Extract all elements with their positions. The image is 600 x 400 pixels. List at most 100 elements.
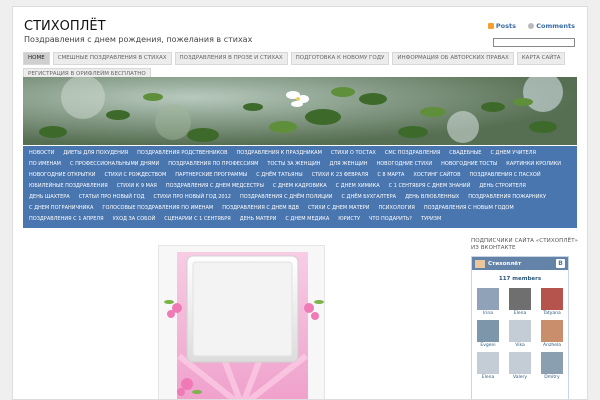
avatar[interactable] [541, 352, 563, 374]
category-nav-item[interactable]: Стихи о тостах [328, 148, 379, 159]
top-nav-item[interactable]: Карта сайта [516, 52, 566, 65]
category-nav-item[interactable]: День шахтера [26, 192, 73, 203]
category-nav-item[interactable]: Поздравления с днем ВДВ [219, 203, 302, 214]
top-nav-item[interactable]: Смешные поздравления в стихах [52, 52, 172, 65]
placeholder-avatar-icon[interactable] [477, 352, 499, 374]
category-nav-item[interactable]: С днем химика [333, 181, 383, 192]
vk-member-name[interactable]: Valery [504, 375, 536, 381]
comments-icon [528, 23, 535, 29]
vk-member[interactable]: Dmitry [536, 352, 568, 381]
category-nav-item[interactable]: Стихи про Новый год 2012 [151, 192, 234, 203]
category-nav-item[interactable]: Поздравления с днём полиции [237, 192, 336, 203]
group-thumbnail [475, 259, 485, 268]
category-nav-item[interactable]: Поздравления с днем медсестры [163, 181, 267, 192]
category-nav-item[interactable]: Тосты за женщин [264, 159, 323, 170]
vk-widget-header[interactable]: Стихоплёт B [472, 257, 568, 270]
category-nav-item[interactable]: Партнерские программы [172, 170, 250, 181]
avatar[interactable] [541, 288, 563, 310]
category-nav-item[interactable]: Юристу [335, 214, 363, 225]
category-nav-item[interactable]: Новогодние стихи [373, 159, 435, 170]
avatar[interactable] [477, 288, 499, 310]
placeholder-avatar-icon[interactable] [509, 352, 531, 374]
category-nav: Новости Диеты для похудения Поздравления… [23, 146, 577, 228]
top-nav-item[interactable]: Подготовка к новому году [290, 52, 390, 65]
category-nav-item[interactable]: Стихи с днем матери [305, 203, 373, 214]
avatar[interactable] [541, 320, 563, 342]
category-nav-item[interactable]: С профессиональными днями [67, 159, 162, 170]
category-nav-item[interactable]: С днем кадровика [270, 181, 330, 192]
page: СТИХОПЛЁТ Поздравления с днем рождения, … [12, 6, 588, 400]
vk-members-count[interactable]: 117 members [472, 276, 568, 282]
top-nav-item[interactable]: Поздравления в прозе и стихах [174, 52, 288, 65]
category-nav-item[interactable]: Стихи к 9 мая [114, 181, 160, 192]
category-nav-item[interactable]: По именам [26, 159, 64, 170]
category-nav-item[interactable]: Стихи с Рождеством [102, 170, 170, 181]
category-nav-item[interactable]: С днем пограничника [26, 203, 96, 214]
category-nav-item[interactable]: Поздравления с 1 апреля [26, 214, 107, 225]
category-nav-item[interactable]: Что подарить? [366, 214, 415, 225]
top-nav-item[interactable]: Информация об авторских правах [392, 52, 514, 65]
vk-member[interactable]: Evgeni [472, 320, 504, 349]
avatar[interactable] [477, 320, 499, 342]
category-nav-item[interactable]: Новогодние открытки [26, 170, 99, 181]
vk-widget: Стихоплёт B 117 members Irina Elena Taty… [471, 256, 569, 399]
category-nav-item[interactable]: Поздравления с Новым годом [421, 203, 517, 214]
category-nav-item[interactable]: Новости [26, 148, 57, 159]
category-nav-item[interactable]: Статьи про Новый год [76, 192, 148, 203]
category-nav-item[interactable]: Поздравления к праздникам [234, 148, 325, 159]
vk-member[interactable]: Elena [472, 352, 504, 381]
category-nav-item[interactable]: Туризм [418, 214, 444, 225]
category-nav-item[interactable]: С 1 сентября с днем знаний [386, 181, 474, 192]
category-nav-item[interactable]: Стихи к 23 февраля [309, 170, 372, 181]
category-nav-item[interactable]: Поздравления с Пасхой [467, 170, 544, 181]
category-nav-item[interactable]: Юбилейные поздравления [26, 181, 111, 192]
placeholder-avatar-icon[interactable] [509, 320, 531, 342]
top-nav-item[interactable]: Home [23, 52, 50, 65]
category-nav-item[interactable]: Для женщин [326, 159, 370, 170]
category-nav-item[interactable]: Уход за собой [110, 214, 159, 225]
category-nav-item[interactable]: Диеты для похудения [60, 148, 131, 159]
category-nav-item[interactable]: Новогодние тосты [438, 159, 500, 170]
category-nav-item[interactable]: Сценарии с 1 сентября [161, 214, 234, 225]
vk-member-name[interactable]: Irina [472, 311, 504, 317]
vk-member[interactable]: Irina [472, 288, 504, 317]
category-nav-item[interactable]: С днем медика [282, 214, 332, 225]
category-nav-item[interactable]: С днём Татьяны [253, 170, 305, 181]
category-nav-item[interactable]: День строителя [476, 181, 529, 192]
comments-feed-link[interactable]: Comments [536, 22, 575, 30]
category-nav-item[interactable]: С днем учителя [487, 148, 538, 159]
posts-feed-link[interactable]: Posts [496, 22, 516, 30]
avatar[interactable] [509, 288, 531, 310]
category-nav-item[interactable]: День матери [237, 214, 280, 225]
sidebar: ПОДПИСЧИКИ САЙТА «СТИХОПЛЁТ» ИЗ ВКОНТАКТ… [471, 238, 579, 399]
vk-member-name[interactable]: Evgeni [472, 343, 504, 349]
vk-member[interactable]: Vika [504, 320, 536, 349]
vk-member[interactable]: Tatyana [536, 288, 568, 317]
category-nav-item[interactable]: Поздравления по профессиям [165, 159, 261, 170]
post-image[interactable] [158, 245, 325, 399]
vk-group-name[interactable]: Стихоплёт [488, 261, 556, 267]
vk-member-name[interactable]: Elena [472, 375, 504, 381]
vk-member-name[interactable]: Dmitry [536, 375, 568, 381]
vk-member[interactable]: Elena [504, 288, 536, 317]
category-nav-item[interactable]: Голосовые поздравления по именам [99, 203, 216, 214]
category-nav-item[interactable]: СМС поздравления [382, 148, 443, 159]
category-nav-item[interactable]: День влюбленных [402, 192, 462, 203]
category-nav-item[interactable]: Хостинг сайтов [410, 170, 463, 181]
category-nav-item[interactable]: С днём бухгалтера [338, 192, 399, 203]
vk-member-name[interactable]: Vika [504, 343, 536, 349]
category-nav-item[interactable]: Поздравления родственников [134, 148, 230, 159]
vk-member-name[interactable]: Anzhela [536, 343, 568, 349]
category-nav-item[interactable]: Психология [376, 203, 418, 214]
site-title[interactable]: СТИХОПЛЁТ [24, 19, 106, 34]
category-nav-item[interactable]: Картинки кролики [503, 159, 564, 170]
category-nav-item[interactable]: Поздравления пожарнику [465, 192, 549, 203]
vk-member-name[interactable]: Elena [504, 311, 536, 317]
vk-member-name[interactable]: Tatyana [536, 311, 568, 317]
vk-member[interactable]: Valery [504, 352, 536, 381]
category-nav-item[interactable]: Свадебные [446, 148, 484, 159]
site-description: Поздравления с днем рождения, пожелания … [24, 35, 253, 44]
vk-member[interactable]: Anzhela [536, 320, 568, 349]
category-nav-item[interactable]: С 8 Марта [374, 170, 407, 181]
search-input[interactable] [493, 38, 575, 47]
